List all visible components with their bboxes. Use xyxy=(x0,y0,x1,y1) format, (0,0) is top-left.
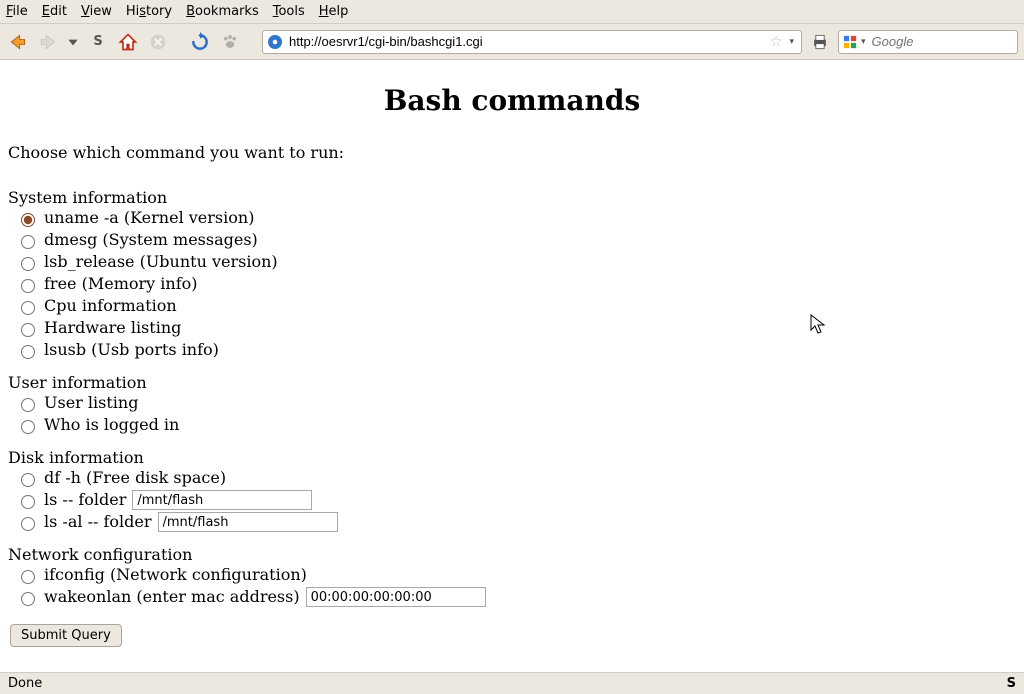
radio-lsusb[interactable] xyxy=(21,345,35,359)
option-label: ifconfig (Network configuration) xyxy=(44,565,307,585)
option-ifconfig[interactable]: ifconfig (Network configuration) xyxy=(8,564,1016,586)
bookmark-star-icon[interactable]: ☆ xyxy=(770,34,783,50)
option-label: User listing xyxy=(44,393,138,413)
status-bar: Done S xyxy=(0,672,1024,694)
radio-lsb[interactable] xyxy=(21,257,35,271)
radio-wol[interactable] xyxy=(21,592,35,606)
section-netconf-options: ifconfig (Network configuration) wakeonl… xyxy=(8,564,1016,608)
option-label: Hardware listing xyxy=(44,318,181,338)
radio-ifconfig[interactable] xyxy=(21,570,35,584)
radio-users[interactable] xyxy=(21,398,35,412)
menu-help[interactable]: Help xyxy=(319,4,349,19)
option-cpu[interactable]: Cpu information xyxy=(8,295,1016,317)
favicon-icon xyxy=(267,34,283,50)
option-label: lsb_release (Ubuntu version) xyxy=(44,252,278,272)
menu-bar: File Edit View History Bookmarks Tools H… xyxy=(0,0,1024,24)
page-prompt: Choose which command you want to run: xyxy=(8,143,1016,162)
option-df[interactable]: df -h (Free disk space) xyxy=(8,467,1016,489)
option-hw[interactable]: Hardware listing xyxy=(8,317,1016,339)
menu-view[interactable]: View xyxy=(81,4,112,19)
option-ls[interactable]: ls -- folder xyxy=(8,489,1016,511)
submit-button[interactable]: Submit Query xyxy=(10,624,122,647)
section-userinfo-label: User information xyxy=(8,373,1016,392)
option-label: ls -al -- folder xyxy=(44,512,152,532)
back-button[interactable] xyxy=(6,30,30,54)
search-box[interactable]: ▾ xyxy=(838,30,1018,54)
recent-dropdown[interactable] xyxy=(66,30,80,54)
radio-who[interactable] xyxy=(21,420,35,434)
section-systeminfo-options: uname -a (Kernel version) dmesg (System … xyxy=(8,207,1016,361)
option-label: lsusb (Usb ports info) xyxy=(44,340,219,360)
radio-df[interactable] xyxy=(21,473,35,487)
option-label: dmesg (System messages) xyxy=(44,230,258,250)
radio-ls[interactable] xyxy=(21,495,35,509)
radio-free[interactable] xyxy=(21,279,35,293)
stop-button[interactable] xyxy=(146,30,170,54)
forward-button[interactable] xyxy=(36,30,60,54)
scripts-icon[interactable]: S xyxy=(86,30,110,54)
section-netconf-label: Network configuration xyxy=(8,545,1016,564)
status-right: S xyxy=(1007,676,1016,691)
paw-icon[interactable] xyxy=(218,30,242,54)
toolbar: S ☆ ▾ ▾ xyxy=(0,24,1024,60)
section-systeminfo-label: System information xyxy=(8,188,1016,207)
ls-folder-input[interactable] xyxy=(132,490,312,510)
search-input[interactable] xyxy=(870,33,1024,50)
menu-bookmarks[interactable]: Bookmarks xyxy=(186,4,259,19)
menu-edit[interactable]: Edit xyxy=(42,4,67,19)
option-wol[interactable]: wakeonlan (enter mac address) xyxy=(8,586,1016,608)
option-label: ls -- folder xyxy=(44,490,126,510)
lsal-folder-input[interactable] xyxy=(158,512,338,532)
url-bar[interactable]: ☆ ▾ xyxy=(262,30,802,54)
option-label: Who is logged in xyxy=(44,415,179,435)
wol-mac-input[interactable] xyxy=(306,587,486,607)
option-uname[interactable]: uname -a (Kernel version) xyxy=(8,207,1016,229)
reload-button[interactable] xyxy=(188,30,212,54)
url-dropdown-icon[interactable]: ▾ xyxy=(786,37,797,47)
print-button[interactable] xyxy=(808,30,832,54)
radio-hw[interactable] xyxy=(21,323,35,337)
option-label: wakeonlan (enter mac address) xyxy=(44,587,300,607)
search-engine-dropdown-icon[interactable]: ▾ xyxy=(861,37,866,47)
menu-file[interactable]: File xyxy=(6,4,28,19)
option-lsusb[interactable]: lsusb (Usb ports info) xyxy=(8,339,1016,361)
option-label: df -h (Free disk space) xyxy=(44,468,226,488)
home-button[interactable] xyxy=(116,30,140,54)
menu-tools[interactable]: Tools xyxy=(273,4,305,19)
url-input[interactable] xyxy=(287,33,766,50)
option-label: uname -a (Kernel version) xyxy=(44,208,254,228)
radio-uname[interactable] xyxy=(21,213,35,227)
section-userinfo-options: User listing Who is logged in xyxy=(8,392,1016,436)
section-diskinfo-label: Disk information xyxy=(8,448,1016,467)
radio-dmesg[interactable] xyxy=(21,235,35,249)
radio-cpu[interactable] xyxy=(21,301,35,315)
google-icon xyxy=(843,35,857,49)
option-lsb[interactable]: lsb_release (Ubuntu version) xyxy=(8,251,1016,273)
option-free[interactable]: free (Memory info) xyxy=(8,273,1016,295)
option-label: free (Memory info) xyxy=(44,274,197,294)
page-title: Bash commands xyxy=(8,84,1016,117)
option-label: Cpu information xyxy=(44,296,177,316)
menu-history[interactable]: History xyxy=(126,4,172,19)
option-lsal[interactable]: ls -al -- folder xyxy=(8,511,1016,533)
option-users[interactable]: User listing xyxy=(8,392,1016,414)
option-who[interactable]: Who is logged in xyxy=(8,414,1016,436)
radio-lsal[interactable] xyxy=(21,517,35,531)
option-dmesg[interactable]: dmesg (System messages) xyxy=(8,229,1016,251)
section-diskinfo-options: df -h (Free disk space) ls -- folder ls … xyxy=(8,467,1016,533)
status-left: Done xyxy=(8,676,42,691)
page-content: Bash commands Choose which command you w… xyxy=(0,60,1024,670)
